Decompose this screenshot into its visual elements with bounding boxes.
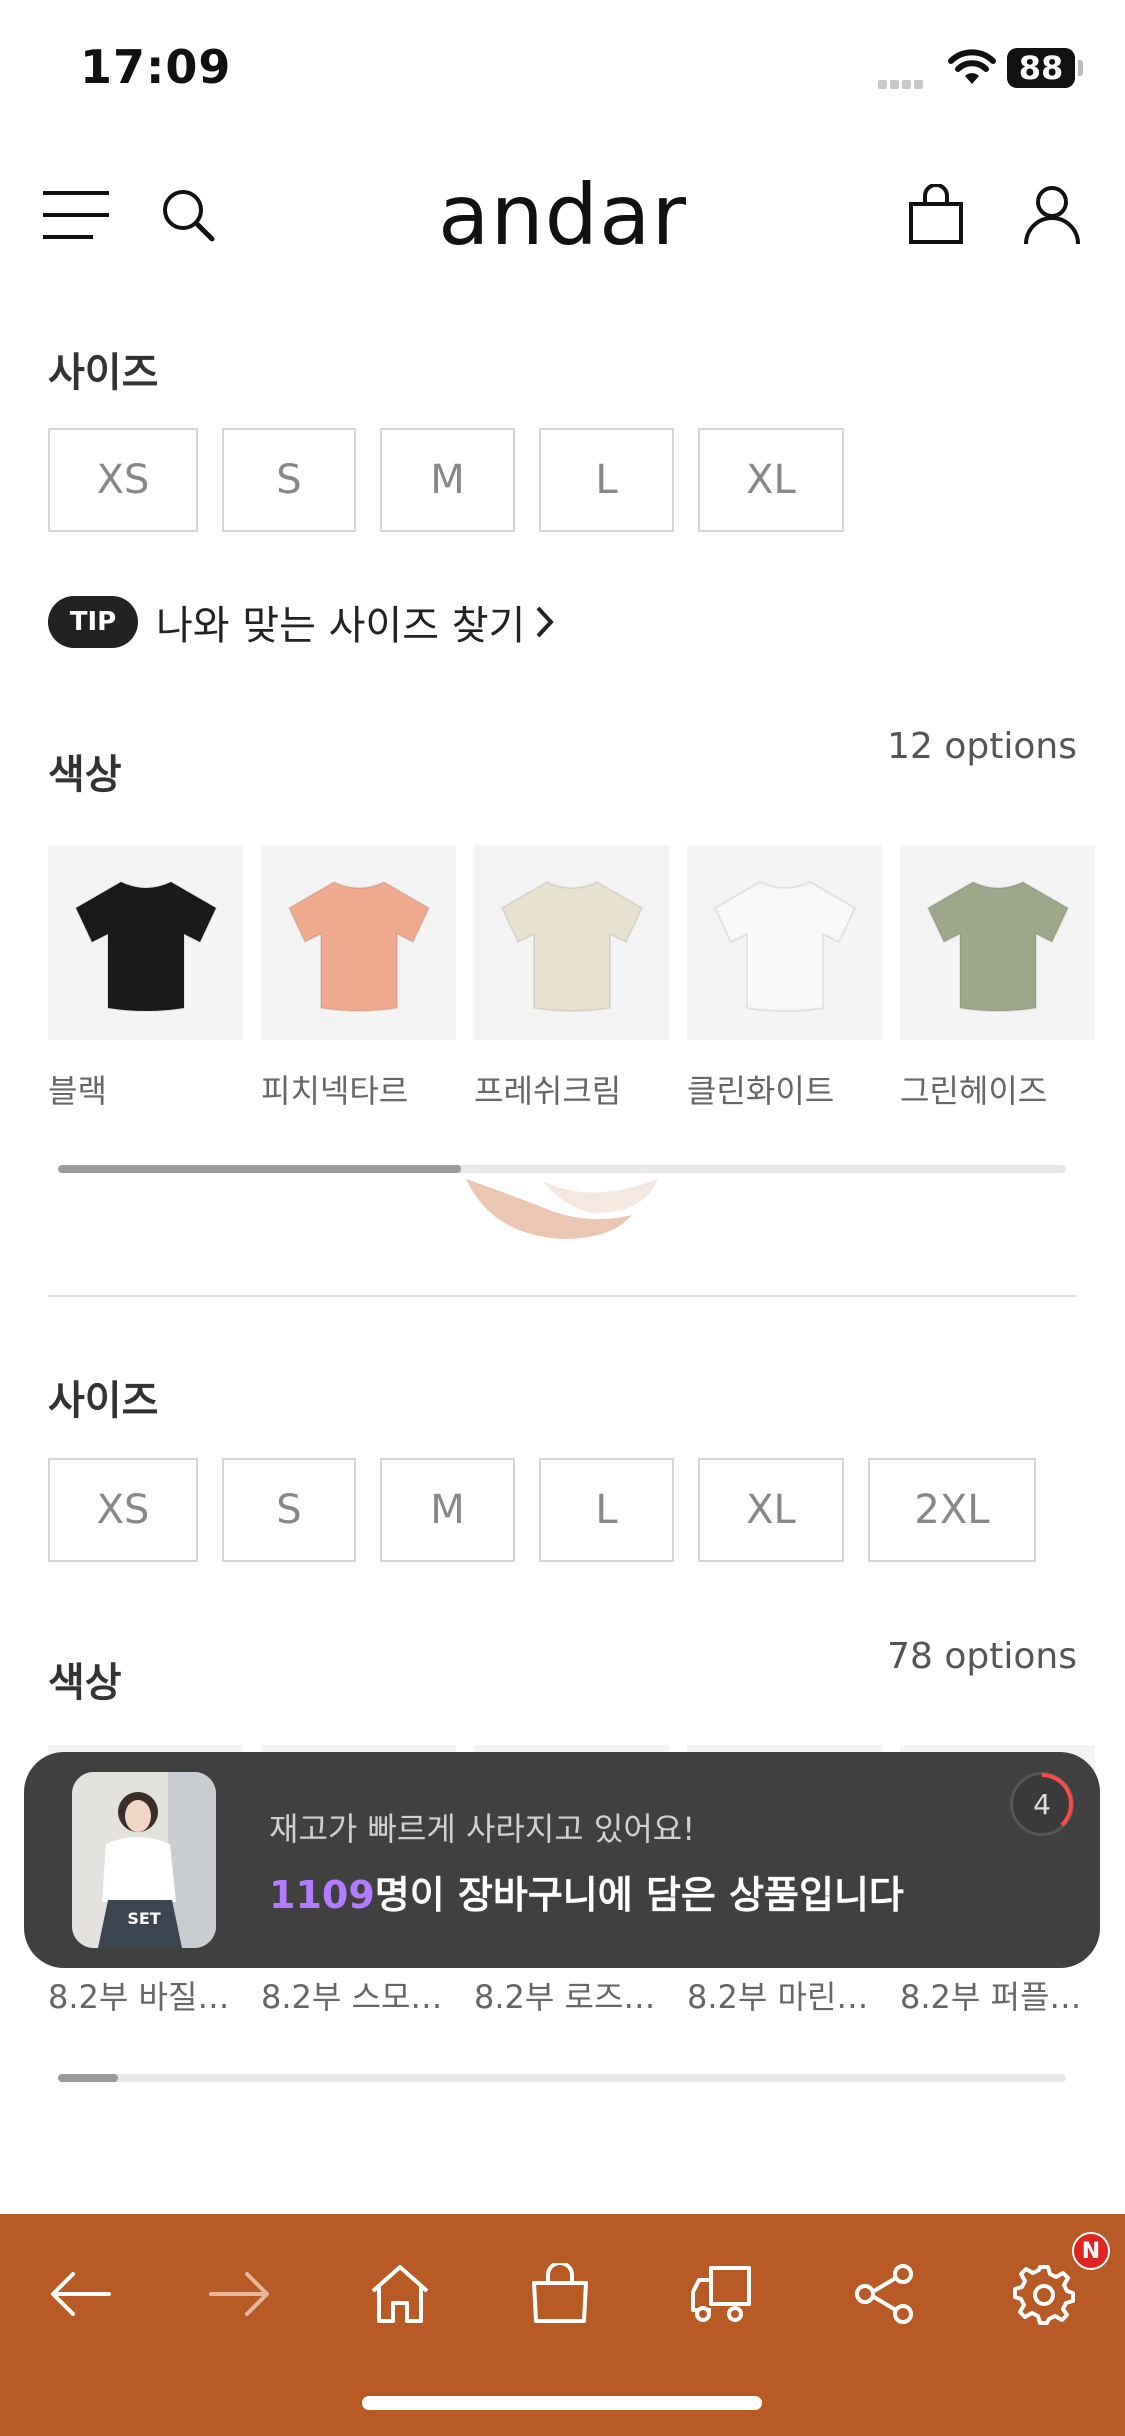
battery-tip xyxy=(1078,60,1083,76)
tshirt-icon xyxy=(926,880,1069,1012)
color-options-count-2: 78 options xyxy=(887,1636,1077,1677)
size-option-xl[interactable]: XL xyxy=(698,1458,844,1562)
battery-indicator: 88 xyxy=(1007,48,1075,88)
tshirt-icon xyxy=(74,880,217,1012)
cart-count: 1109 xyxy=(269,1873,375,1917)
color-name[interactable]: 8.2부 퍼플네... xyxy=(900,1972,1095,2018)
color-name: 클린화이트 xyxy=(687,1072,835,1110)
size-option-s[interactable]: S xyxy=(222,428,356,532)
color-thumbnail xyxy=(48,845,243,1040)
home-button[interactable] xyxy=(350,2244,450,2344)
color-option[interactable]: 피치넥타르 xyxy=(261,845,456,1112)
delivery-button[interactable] xyxy=(672,2244,772,2344)
forward-button[interactable] xyxy=(190,2244,290,2344)
color-name: 블랙 xyxy=(48,1072,107,1110)
back-button[interactable] xyxy=(30,2244,130,2344)
home-icon xyxy=(371,2265,429,2323)
app-header: andar xyxy=(0,160,1125,270)
color-name[interactable]: 8.2부 마린데님 xyxy=(687,1972,882,2018)
size-option-2xl[interactable]: 2XL xyxy=(868,1458,1036,1562)
arrow-left-icon xyxy=(51,2272,111,2316)
color-name[interactable]: 8.2부 바질머... xyxy=(48,1972,243,2018)
color-name: 프레쉬크림 xyxy=(474,1072,622,1110)
size-option-m[interactable]: M xyxy=(380,428,515,532)
settings-notification-badge: N xyxy=(1072,2232,1110,2270)
color-options-count: 12 options xyxy=(887,726,1077,767)
product-photo: SET xyxy=(72,1772,216,1948)
toast-message-text: 명이 장바구니에 담은 상품입니다 xyxy=(374,1873,904,1917)
size-option-xl[interactable]: XL xyxy=(698,428,844,532)
size-option-l[interactable]: L xyxy=(539,1458,674,1562)
status-bar: 17:09 88 xyxy=(0,0,1125,140)
size-guide-link[interactable]: TIP 나와 맞는 사이즈 찾기 xyxy=(48,593,555,651)
toast-message: 1109명이 장바구니에 담은 상품입니다 xyxy=(269,1864,904,1919)
size-option-xs[interactable]: XS xyxy=(48,1458,198,1562)
color-name[interactable]: 8.2부 스모키... xyxy=(261,1972,456,2018)
shopping-bag-button[interactable] xyxy=(510,2244,610,2344)
size-option-l[interactable]: L xyxy=(539,428,674,532)
chevron-right-icon xyxy=(536,606,555,638)
product-thumbnail: SET xyxy=(72,1772,216,1948)
color-section-title: 색상 xyxy=(48,752,122,798)
size-option-xs[interactable]: XS xyxy=(48,428,198,532)
cellular-signal-icon xyxy=(878,74,926,93)
size-option-s[interactable]: S xyxy=(222,1458,356,1562)
color-options: 블랙 피치넥타르 프레쉬크림 클린화이트 그린헤이즈 xyxy=(48,845,1095,1112)
status-time: 17:09 xyxy=(80,40,232,94)
account-button[interactable] xyxy=(1016,160,1088,270)
color-name[interactable]: 8.2부 로즈퍼퓸 xyxy=(474,1972,669,2018)
wifi-icon xyxy=(948,49,996,84)
color-thumbnail xyxy=(900,845,1095,1040)
color-thumbnail xyxy=(474,845,669,1040)
color-scrollbar[interactable] xyxy=(58,1165,1066,1173)
hamburger-menu-icon xyxy=(43,191,109,239)
size-option-m[interactable]: M xyxy=(380,1458,515,1562)
scrollbar-thumb[interactable] xyxy=(58,2074,119,2082)
section-divider xyxy=(48,1295,1077,1297)
search-icon xyxy=(163,190,215,242)
share-icon xyxy=(855,2264,913,2324)
size-section-title-2: 사이즈 xyxy=(48,1378,159,1424)
search-button[interactable] xyxy=(152,160,224,270)
color-option[interactable]: 블랙 xyxy=(48,845,243,1112)
scrollbar-thumb[interactable] xyxy=(58,1165,462,1173)
color-scrollbar-2[interactable] xyxy=(58,2074,1066,2082)
color-thumbnail xyxy=(687,845,882,1040)
shopping-bag-icon xyxy=(532,2263,588,2323)
cart-popularity-toast[interactable]: SET 재고가 빠르게 사라지고 있어요! 1109명이 장바구니에 담은 상품… xyxy=(24,1752,1100,1968)
thumb-set-label: SET xyxy=(127,1909,160,1928)
user-icon xyxy=(1024,186,1080,245)
delivery-truck-icon xyxy=(691,2266,751,2322)
tip-badge: TIP xyxy=(48,596,138,648)
color-option[interactable]: 프레쉬크림 xyxy=(474,845,669,1112)
loading-swirl-graphic xyxy=(466,1179,658,1239)
color-name: 피치넥타르 xyxy=(261,1072,409,1110)
color-section-title-2: 색상 xyxy=(48,1660,122,1706)
color-option[interactable]: 그린헤이즈 xyxy=(900,845,1095,1112)
size-guide-text: 나와 맞는 사이즈 찾기 xyxy=(156,603,526,649)
menu-button[interactable] xyxy=(40,160,112,270)
tshirt-icon xyxy=(500,880,643,1012)
size-options: XS S M L XL xyxy=(48,428,844,532)
size-section-title: 사이즈 xyxy=(48,350,159,396)
tshirt-icon xyxy=(287,880,430,1012)
color-option[interactable]: 클린화이트 xyxy=(687,845,882,1112)
countdown-ring-icon xyxy=(1041,1773,1073,1827)
tshirt-icon xyxy=(713,880,856,1012)
shopping-bag-icon xyxy=(909,184,963,244)
color-thumbnail xyxy=(261,845,456,1040)
cart-button[interactable] xyxy=(900,160,972,270)
toast-subtitle: 재고가 빠르게 사라지고 있어요! xyxy=(269,1810,696,1848)
size-options-2: XS S M L XL 2XL xyxy=(48,1458,1036,1562)
color-names-2: 8.2부 바질머... 8.2부 스모키... 8.2부 로즈퍼퓸 8.2부 마… xyxy=(48,1972,1095,2018)
color-name: 그린헤이즈 xyxy=(900,1072,1048,1110)
gear-icon xyxy=(1013,2265,1075,2325)
share-button[interactable] xyxy=(834,2244,934,2344)
arrow-right-icon xyxy=(209,2272,269,2316)
home-indicator[interactable] xyxy=(362,2396,762,2410)
